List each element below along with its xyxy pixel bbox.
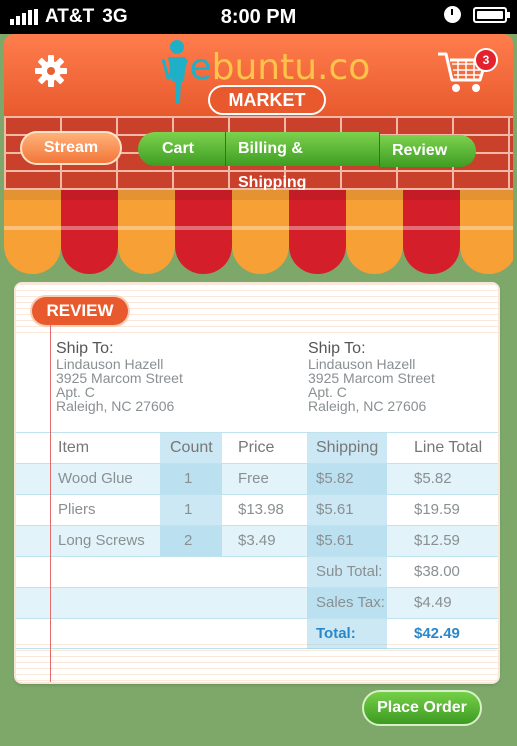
cell-shipping: $5.61 <box>316 501 354 518</box>
col-header-count: Count <box>170 439 213 456</box>
table-header: Item Count Price Shipping Line Total <box>16 432 498 463</box>
logo-text: webuntu.co <box>160 47 371 88</box>
cell-count: 1 <box>184 470 193 487</box>
cell-line-total: $12.59 <box>414 532 460 549</box>
place-order-button[interactable]: Place Order <box>362 690 482 726</box>
gear-icon[interactable] <box>34 54 68 88</box>
cell-item: Long Screws <box>58 532 145 549</box>
market-badge: MARKET <box>208 85 326 115</box>
total-value: $42.49 <box>414 625 460 642</box>
webuntu-logo: webuntu.co MARKET <box>154 37 394 115</box>
table-row: Pliers 1 $13.98 $5.61 $19.59 <box>16 494 498 525</box>
battery-icon <box>473 6 510 23</box>
cell-item: Pliers <box>58 501 96 518</box>
cell-count: 1 <box>184 501 193 518</box>
ship-to-name: Lindauson Hazell <box>56 356 164 372</box>
ship-to-street: 3925 Marcom Street <box>308 370 435 386</box>
review-card: REVIEW Ship To: Lindauson Hazell 3925 Ma… <box>16 284 498 682</box>
ship-to-title: Ship To: <box>56 340 114 357</box>
step-cart[interactable]: Cart <box>138 132 226 166</box>
cell-price: Free <box>238 470 269 487</box>
review-heading: REVIEW <box>32 297 128 325</box>
ship-to-block: Ship To: Lindauson Hazell 3925 Marcom St… <box>56 340 183 414</box>
cell-price: $3.49 <box>238 532 276 549</box>
cart-count-badge: 3 <box>474 48 498 72</box>
store-awning <box>4 190 513 276</box>
step-billing-shipping[interactable]: Billing & Shipping <box>226 132 380 191</box>
subtotal-row: Sub Total: $38.00 <box>16 556 498 587</box>
subtotal-value: $38.00 <box>414 563 460 580</box>
sales-tax-row: Sales Tax: $4.49 <box>16 587 498 618</box>
stream-button[interactable]: Stream <box>20 131 122 165</box>
subtotal-label: Sub Total: <box>316 563 383 580</box>
ship-to-apt: Apt. C <box>56 384 95 400</box>
ship-to-title: Ship To: <box>308 340 366 357</box>
cell-line-total: $19.59 <box>414 501 460 518</box>
margin-line <box>50 324 51 682</box>
col-header-price: Price <box>238 439 275 456</box>
ship-to-name: Lindauson Hazell <box>308 356 416 372</box>
total-row: Total: $42.49 <box>16 618 498 649</box>
col-header-item: Item <box>58 439 90 456</box>
ship-to-city: Raleigh, NC 27606 <box>56 398 175 414</box>
status-bar: AT&T 3G 8:00 PM <box>0 0 517 34</box>
total-label: Total: <box>316 625 356 642</box>
sales-tax-value: $4.49 <box>414 594 452 611</box>
ship-to-street: 3925 Marcom Street <box>56 370 183 386</box>
step-review[interactable]: Review <box>380 135 476 167</box>
table-row: Long Screws 2 $3.49 $5.61 $12.59 <box>16 525 498 556</box>
cell-shipping: $5.61 <box>316 532 354 549</box>
ship-to-block: Ship To: Lindauson Hazell 3925 Marcom St… <box>308 340 435 414</box>
ship-to-apt: Apt. C <box>308 384 347 400</box>
breadcrumb: Cart Billing & Shipping Review <box>138 132 476 191</box>
checkout-steps: Stream Cart Billing & Shipping Review <box>4 131 513 191</box>
cell-count: 2 <box>184 532 193 549</box>
cell-shipping: $5.82 <box>316 470 354 487</box>
app-header: webuntu.co MARKET 3 <box>4 34 513 116</box>
col-header-line-total: Line Total <box>414 439 483 456</box>
sales-tax-label: Sales Tax: <box>316 594 385 611</box>
paper-lines-bottom <box>16 644 498 682</box>
col-header-shipping: Shipping <box>316 439 379 456</box>
ship-to-city: Raleigh, NC 27606 <box>308 398 427 414</box>
clock-time: 8:00 PM <box>220 6 297 28</box>
cell-item: Wood Glue <box>58 470 133 487</box>
cell-price: $13.98 <box>238 501 284 518</box>
order-table: Item Count Price Shipping Line Total Woo… <box>16 432 498 649</box>
clock-icon <box>444 6 461 23</box>
cell-line-total: $5.82 <box>414 470 452 487</box>
table-row: Wood Glue 1 Free $5.82 $5.82 <box>16 463 498 494</box>
status-right <box>444 6 510 23</box>
